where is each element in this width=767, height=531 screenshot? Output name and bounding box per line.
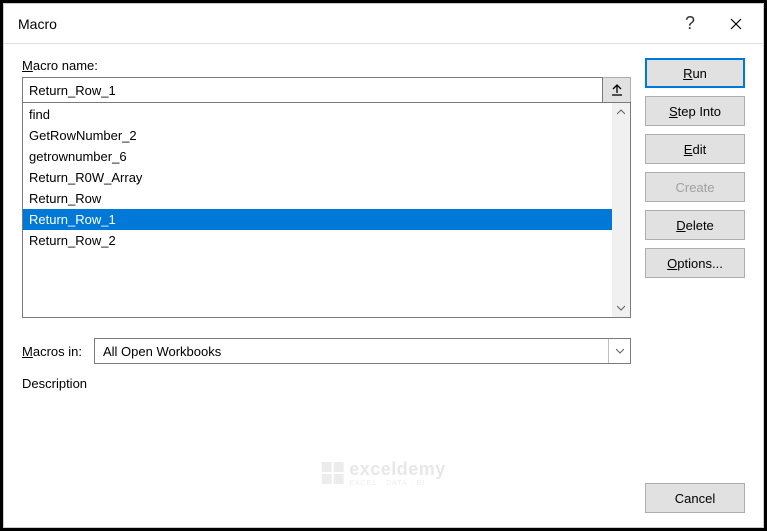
scroll-up-icon[interactable] xyxy=(612,103,630,121)
step-into-button[interactable]: Step Into xyxy=(645,96,745,126)
close-icon xyxy=(730,18,742,30)
list-item[interactable]: GetRowNumber_2 xyxy=(23,125,612,146)
list-item[interactable]: Return_Row_2 xyxy=(23,230,612,251)
macro-listbox[interactable]: findGetRowNumber_2getrownumber_6Return_R… xyxy=(22,102,631,318)
dialog-content: Macro name: findGetRowNumber_2getrownumb… xyxy=(4,44,763,527)
help-button[interactable]: ? xyxy=(667,8,713,40)
dropdown-value: All Open Workbooks xyxy=(95,344,608,359)
run-button[interactable]: Run xyxy=(645,58,745,88)
main-column: Macro name: findGetRowNumber_2getrownumb… xyxy=(22,58,631,513)
dialog-title: Macro xyxy=(18,16,667,32)
macros-in-row: Macros in: All Open Workbooks xyxy=(22,338,631,364)
spacer xyxy=(645,286,745,475)
macro-name-label: Macro name: xyxy=(22,58,631,73)
macros-in-dropdown[interactable]: All Open Workbooks xyxy=(94,338,631,364)
list-item[interactable]: find xyxy=(23,104,612,125)
list-item[interactable]: getrownumber_6 xyxy=(23,146,612,167)
cancel-button[interactable]: Cancel xyxy=(645,483,745,513)
create-button: Create xyxy=(645,172,745,202)
edit-button[interactable]: Edit xyxy=(645,134,745,164)
scrollbar[interactable] xyxy=(612,103,630,317)
button-column: Run Step Into Edit Create Delete Options… xyxy=(645,58,745,513)
list-items: findGetRowNumber_2getrownumber_6Return_R… xyxy=(23,103,612,317)
options-button[interactable]: Options... xyxy=(645,248,745,278)
chevron-down-icon xyxy=(608,339,630,363)
list-item[interactable]: Return_Row xyxy=(23,188,612,209)
macros-in-label: Macros in: xyxy=(22,344,82,359)
reference-button[interactable] xyxy=(603,77,631,103)
scroll-down-icon[interactable] xyxy=(612,299,630,317)
delete-button[interactable]: Delete xyxy=(645,210,745,240)
description-label: Description xyxy=(22,376,631,391)
close-button[interactable] xyxy=(713,8,759,40)
titlebar: Macro ? xyxy=(4,4,763,44)
list-item[interactable]: Return_Row_1 xyxy=(23,209,612,230)
macro-dialog: Macro ? Macro name: findGetRowNumber_2ge… xyxy=(3,3,764,528)
scroll-track[interactable] xyxy=(612,121,630,299)
collapse-icon xyxy=(610,83,624,97)
macro-name-row xyxy=(22,77,631,103)
list-item[interactable]: Return_R0W_Array xyxy=(23,167,612,188)
macro-name-input[interactable] xyxy=(22,77,603,103)
